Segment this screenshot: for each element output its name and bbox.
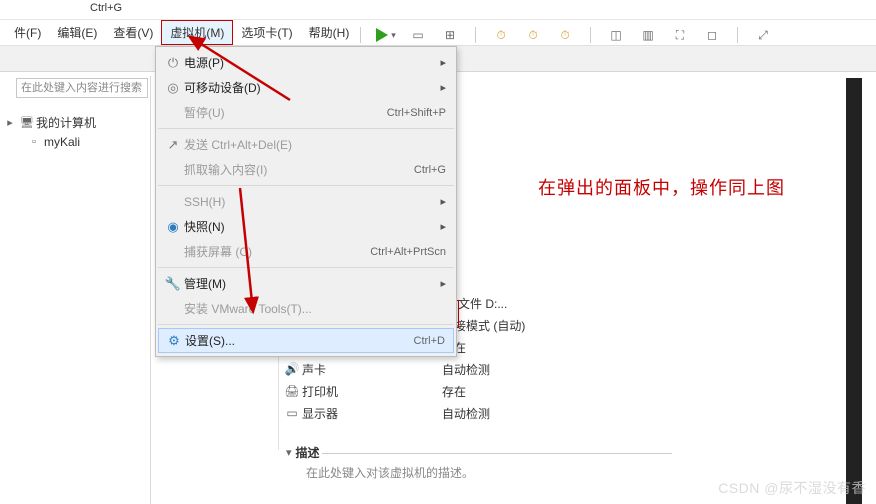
hardware-row[interactable]: ▭显示器自动检测 — [282, 402, 525, 424]
submenu-arrow-icon: ▸ — [430, 81, 446, 94]
menu-item-pause: 暂停(U) Ctrl+Shift+P — [156, 100, 456, 125]
snapshot-icon: ◉ — [162, 219, 184, 235]
search-input[interactable]: 在此处键入内容进行搜索 — [16, 78, 148, 98]
menu-file[interactable]: 件(F) — [6, 21, 49, 44]
hardware-row[interactable]: 🖨打印机存在 — [282, 380, 525, 402]
title-remnant: Ctrl+G — [0, 0, 876, 20]
menu-view[interactable]: 查看(V) — [105, 21, 161, 44]
menu-item-removable[interactable]: ◎ 可移动设备(D) ▸ — [156, 75, 456, 100]
submenu-arrow-icon: ▸ — [430, 195, 446, 208]
submenu-arrow-icon: ▸ — [430, 220, 446, 233]
snapshot-revert-icon[interactable]: ⏱ — [524, 26, 542, 44]
menu-item-manage[interactable]: 🔧 管理(M) ▸ — [156, 271, 456, 296]
library-tree: ▸ 🖥 我的计算机 ▫ myKali — [4, 112, 96, 152]
snapshot-manage-icon[interactable]: ⏱ — [556, 26, 574, 44]
wrench-icon: 🔧 — [162, 276, 184, 292]
vm-icon: ▫ — [28, 136, 40, 148]
menu-item-capture: 捕获屏幕 (C) Ctrl+Alt+PrtScn — [156, 239, 456, 264]
tree-item-mykali[interactable]: ▫ myKali — [4, 132, 96, 152]
folder-icon: ▸ — [4, 116, 16, 129]
description-header[interactable]: ▾ 描述 — [286, 444, 320, 461]
menu-item-settings[interactable]: ⚙ 设置(S)... Ctrl+D — [158, 328, 454, 353]
reset-icon[interactable]: ⊞ — [441, 26, 459, 44]
annotation-text: 在弹出的面板中，操作同上图 — [538, 174, 785, 200]
chevron-down-icon: ▾ — [286, 446, 292, 459]
menu-item-grab: 抓取输入内容(I) Ctrl+G — [156, 157, 456, 182]
app-root: Ctrl+G 件(F) 编辑(E) 查看(V) 虚拟机(M) 选项卡(T) 帮助… — [0, 0, 876, 504]
view-single-icon[interactable]: ◫ — [607, 26, 625, 44]
send-icon: ↗ — [162, 137, 184, 153]
display-icon: ▭ — [282, 406, 302, 420]
power-icon: ⏻ — [162, 55, 184, 71]
menu-tabs[interactable]: 选项卡(T) — [233, 21, 300, 44]
view-multi-icon[interactable]: ▥ — [639, 26, 657, 44]
submenu-arrow-icon: ▸ — [430, 56, 446, 69]
settings-icon: ⚙ — [163, 333, 185, 349]
suspend-icon[interactable]: ▭ — [409, 26, 427, 44]
fullscreen-icon[interactable]: ⛶ — [671, 26, 689, 44]
menu-item-ssh: SSH(H) ▸ — [156, 189, 456, 214]
menu-item-snapshot[interactable]: ◉ 快照(N) ▸ — [156, 214, 456, 239]
snapshot-take-icon[interactable]: ⏱ — [492, 26, 510, 44]
tree-child-label: myKali — [44, 135, 80, 149]
stretch-icon[interactable]: ⤢ — [754, 26, 772, 44]
menu-item-install-tools: 安装 VMware Tools(T)... — [156, 296, 456, 321]
preview-pane — [846, 78, 862, 504]
sound-icon: 🔊 — [282, 362, 302, 376]
hardware-row[interactable]: 🔊声卡自动检测 — [282, 358, 525, 380]
devices-icon: ◎ — [162, 80, 184, 96]
toolbar: ▾ ▭ ⊞ ⏱ ⏱ ⏱ ◫ ▥ ⛶ ◻ ⤢ — [358, 24, 772, 46]
menu-item-send-cad: ↗ 发送 Ctrl+Alt+Del(E) — [156, 132, 456, 157]
unity-icon[interactable]: ◻ — [703, 26, 721, 44]
menu-help[interactable]: 帮助(H) — [301, 21, 358, 44]
tree-root[interactable]: ▸ 🖥 我的计算机 — [4, 112, 96, 132]
description-placeholder[interactable]: 在此处键入对该虚拟机的描述。 — [306, 464, 474, 481]
submenu-arrow-icon: ▸ — [430, 277, 446, 290]
menu-edit[interactable]: 编辑(E) — [49, 21, 105, 44]
watermark: CSDN @尿不湿没有香 — [718, 478, 866, 498]
power-on-button[interactable]: ▾ — [377, 26, 395, 44]
printer-icon: 🖨 — [282, 384, 302, 398]
menu-item-power[interactable]: ⏻ 电源(P) ▸ — [156, 50, 456, 75]
tree-root-label: 我的计算机 — [36, 114, 96, 131]
vm-dropdown: ⏻ 电源(P) ▸ ◎ 可移动设备(D) ▸ 暂停(U) Ctrl+Shift+… — [155, 46, 457, 357]
computer-icon: 🖥 — [20, 116, 32, 129]
menu-vm[interactable]: 虚拟机(M) — [161, 20, 233, 45]
